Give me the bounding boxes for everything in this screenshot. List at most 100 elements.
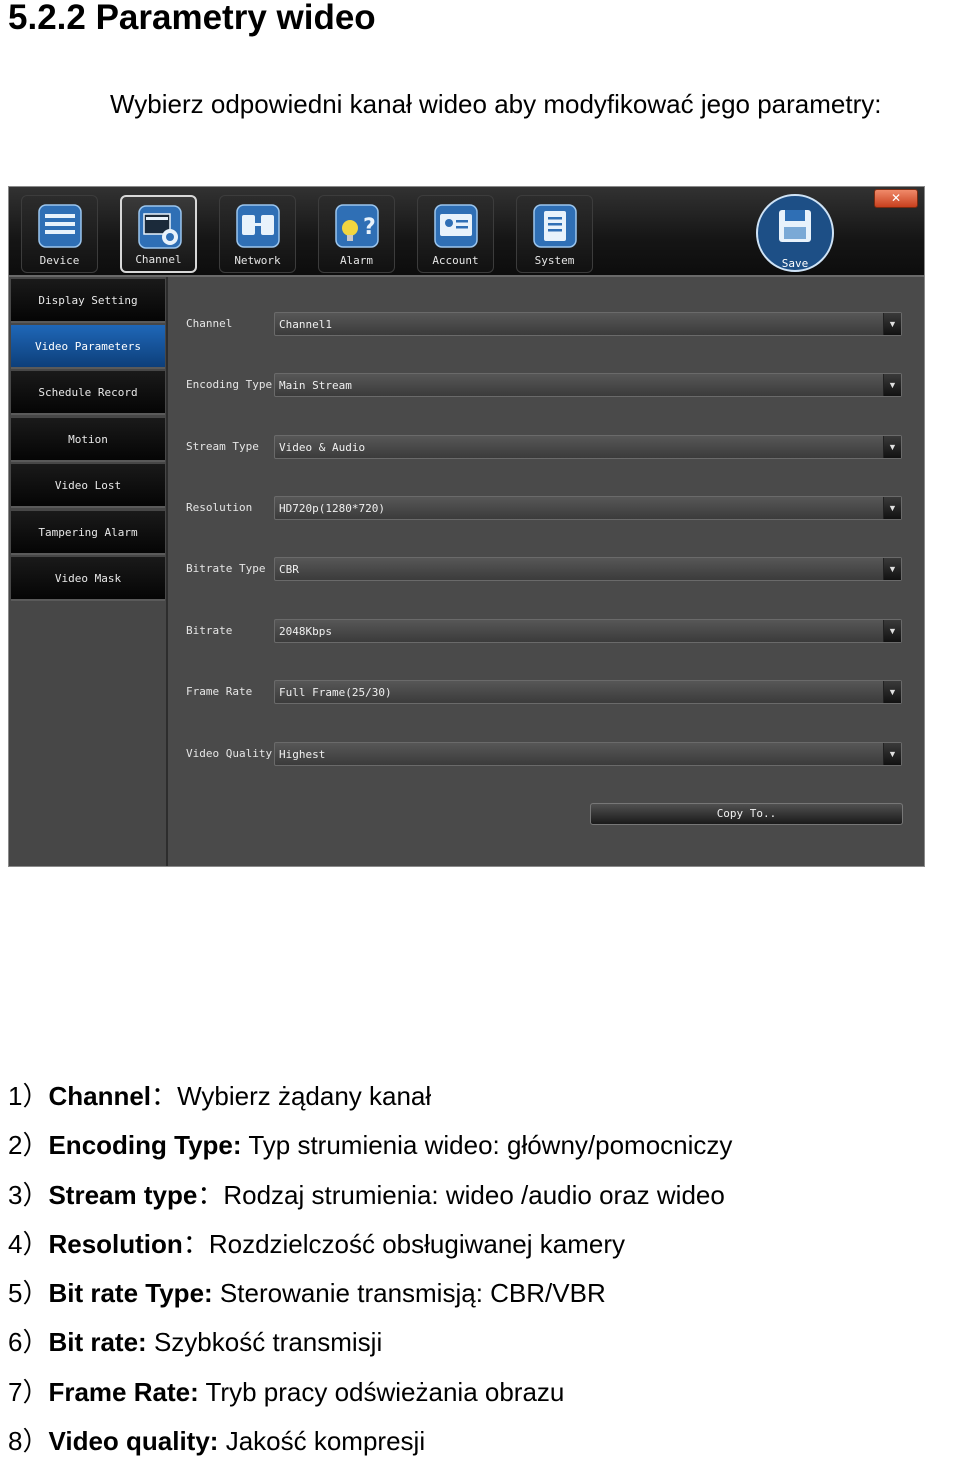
bitrate-select[interactable]: 2048Kbps ▼ — [274, 619, 902, 643]
save-button[interactable]: Save — [755, 193, 835, 273]
tab-network[interactable]: Network — [219, 195, 296, 273]
chevron-down-icon: ▼ — [883, 497, 901, 519]
sidebar-item-tampering-alarm[interactable]: Tampering Alarm — [11, 511, 165, 555]
settings-sidebar: Display Setting Video Parameters Schedul… — [9, 277, 166, 866]
stream-type-select[interactable]: Video & Audio ▼ — [274, 435, 902, 459]
list-item: 6）Bit rate: Szybkość transmisji — [8, 1324, 732, 1373]
tab-alarm[interactable]: ? Alarm — [318, 195, 395, 273]
item-separator: ： — [151, 1081, 178, 1111]
device-icon — [38, 204, 82, 248]
account-icon — [434, 204, 478, 248]
select-value: Highest — [279, 748, 326, 761]
network-icon — [236, 204, 280, 248]
system-icon — [533, 204, 577, 248]
item-text: Szybkość transmisji — [153, 1327, 383, 1358]
sidebar-item-video-parameters[interactable]: Video Parameters — [11, 325, 165, 369]
field-stream-type: Stream Type Video & Audio ▼ — [186, 435, 902, 461]
item-number: 1） — [8, 1081, 49, 1111]
bitrate-type-select[interactable]: CBR ▼ — [274, 557, 902, 581]
item-separator — [218, 1426, 225, 1456]
field-label: Stream Type — [186, 440, 259, 453]
list-item: 5）Bit rate Type: Sterowanie transmisją: … — [8, 1275, 732, 1324]
tab-device[interactable]: Device — [21, 195, 98, 273]
chevron-down-icon: ▼ — [883, 743, 901, 765]
tab-label: Channel — [135, 253, 182, 266]
field-label: Channel — [186, 317, 233, 330]
app-window: Device Channel Network ? Alarm Account S… — [8, 186, 925, 867]
item-term: Bit rate: — [48, 1327, 147, 1358]
chevron-down-icon: ▼ — [883, 374, 901, 396]
select-value: HD720p(1280*720) — [279, 502, 385, 515]
svg-text:?: ? — [363, 215, 376, 240]
item-text: Wybierz żądany kanał — [177, 1081, 432, 1111]
item-text: Sterowanie transmisją: CBR/VBR — [219, 1278, 606, 1309]
item-text: Jakość kompresji — [225, 1426, 426, 1457]
item-separator: ： — [197, 1179, 224, 1210]
item-text: Tryb pracy odświeżania obrazu — [205, 1376, 565, 1407]
chevron-down-icon: ▼ — [883, 558, 901, 580]
item-number: 8） — [8, 1426, 49, 1457]
list-item: 3）Stream type：Rodzaj strumienia: wideo /… — [8, 1177, 732, 1226]
field-channel: Channel Channel1 ▼ — [186, 312, 902, 338]
tab-label: Device — [39, 254, 80, 267]
chevron-down-icon: ▼ — [883, 620, 901, 642]
tab-account[interactable]: Account — [417, 195, 494, 273]
item-term: Bit rate Type: — [48, 1278, 213, 1309]
select-value: Full Frame(25/30) — [279, 686, 392, 699]
copy-to-button[interactable]: Copy To.. — [590, 803, 903, 825]
item-text: Typ strumienia wideo: główny/pomocniczy — [248, 1130, 733, 1161]
item-term: Encoding Type: — [48, 1130, 242, 1161]
intro-text: Wybierz odpowiedni kanał wideo aby modyf… — [110, 89, 882, 119]
item-term: Video quality: — [48, 1426, 219, 1457]
encoding-type-select[interactable]: Main Stream ▼ — [274, 373, 902, 397]
select-value: 2048Kbps — [279, 625, 332, 638]
sidebar-item-motion[interactable]: Motion — [11, 418, 165, 462]
channel-select[interactable]: Channel1 ▼ — [274, 312, 902, 336]
item-number: 2） — [8, 1130, 49, 1161]
list-item: 8）Video quality: Jakość kompresji — [8, 1423, 732, 1472]
field-resolution: Resolution HD720p(1280*720) ▼ — [186, 496, 902, 522]
item-term: Stream type — [48, 1179, 198, 1210]
item-number: 7） — [8, 1376, 49, 1407]
sidebar-item-display-setting[interactable]: Display Setting — [11, 279, 165, 323]
frame-rate-select[interactable]: Full Frame(25/30) ▼ — [274, 680, 902, 704]
panel-divider — [166, 277, 168, 866]
item-separator: ： — [182, 1228, 209, 1259]
field-bitrate: Bitrate 2048Kbps ▼ — [186, 619, 902, 645]
close-button[interactable]: ✕ — [874, 189, 918, 208]
resolution-select[interactable]: HD720p(1280*720) ▼ — [274, 496, 902, 520]
select-value: CBR — [279, 563, 299, 576]
item-text: Rodzaj strumienia: wideo /audio oraz wid… — [223, 1179, 725, 1210]
field-label: Bitrate Type — [186, 562, 266, 575]
field-video-quality: Video Quality Highest ▼ — [186, 742, 902, 768]
tab-label: System — [534, 254, 575, 267]
chevron-down-icon: ▼ — [883, 313, 901, 335]
item-number: 4） — [8, 1228, 49, 1259]
field-encoding-type: Encoding Type Main Stream ▼ — [186, 373, 902, 399]
list-item: 4）Resolution：Rozdzielczość obsługiwanej … — [8, 1226, 732, 1275]
channel-icon — [138, 205, 182, 249]
tab-label: Alarm — [339, 254, 374, 267]
select-value: Main Stream — [279, 379, 352, 392]
field-label: Frame Rate — [186, 685, 253, 698]
alarm-icon: ? — [335, 204, 379, 248]
tab-label: Network — [234, 254, 281, 267]
close-icon: ✕ — [890, 191, 902, 205]
item-number: 6） — [8, 1327, 49, 1358]
tab-system[interactable]: System — [516, 195, 593, 273]
list-item: 7）Frame Rate: Tryb pracy odświeżania obr… — [8, 1374, 732, 1423]
item-separator — [213, 1278, 220, 1308]
chevron-down-icon: ▼ — [883, 681, 901, 703]
field-bitrate-type: Bitrate Type CBR ▼ — [186, 557, 902, 583]
sidebar-item-video-lost[interactable]: Video Lost — [11, 464, 165, 508]
sidebar-item-video-mask[interactable]: Video Mask — [11, 557, 165, 601]
field-frame-rate: Frame Rate Full Frame(25/30) ▼ — [186, 680, 902, 706]
sidebar-item-schedule-record[interactable]: Schedule Record — [11, 371, 165, 415]
field-label: Bitrate — [186, 624, 233, 637]
field-label: Resolution — [186, 501, 253, 514]
item-number: 5） — [8, 1278, 49, 1309]
top-toolbar: Device Channel Network ? Alarm Account S… — [9, 187, 924, 277]
video-quality-select[interactable]: Highest ▼ — [274, 742, 902, 766]
tab-channel[interactable]: Channel — [120, 195, 197, 273]
save-label: Save — [781, 257, 809, 270]
